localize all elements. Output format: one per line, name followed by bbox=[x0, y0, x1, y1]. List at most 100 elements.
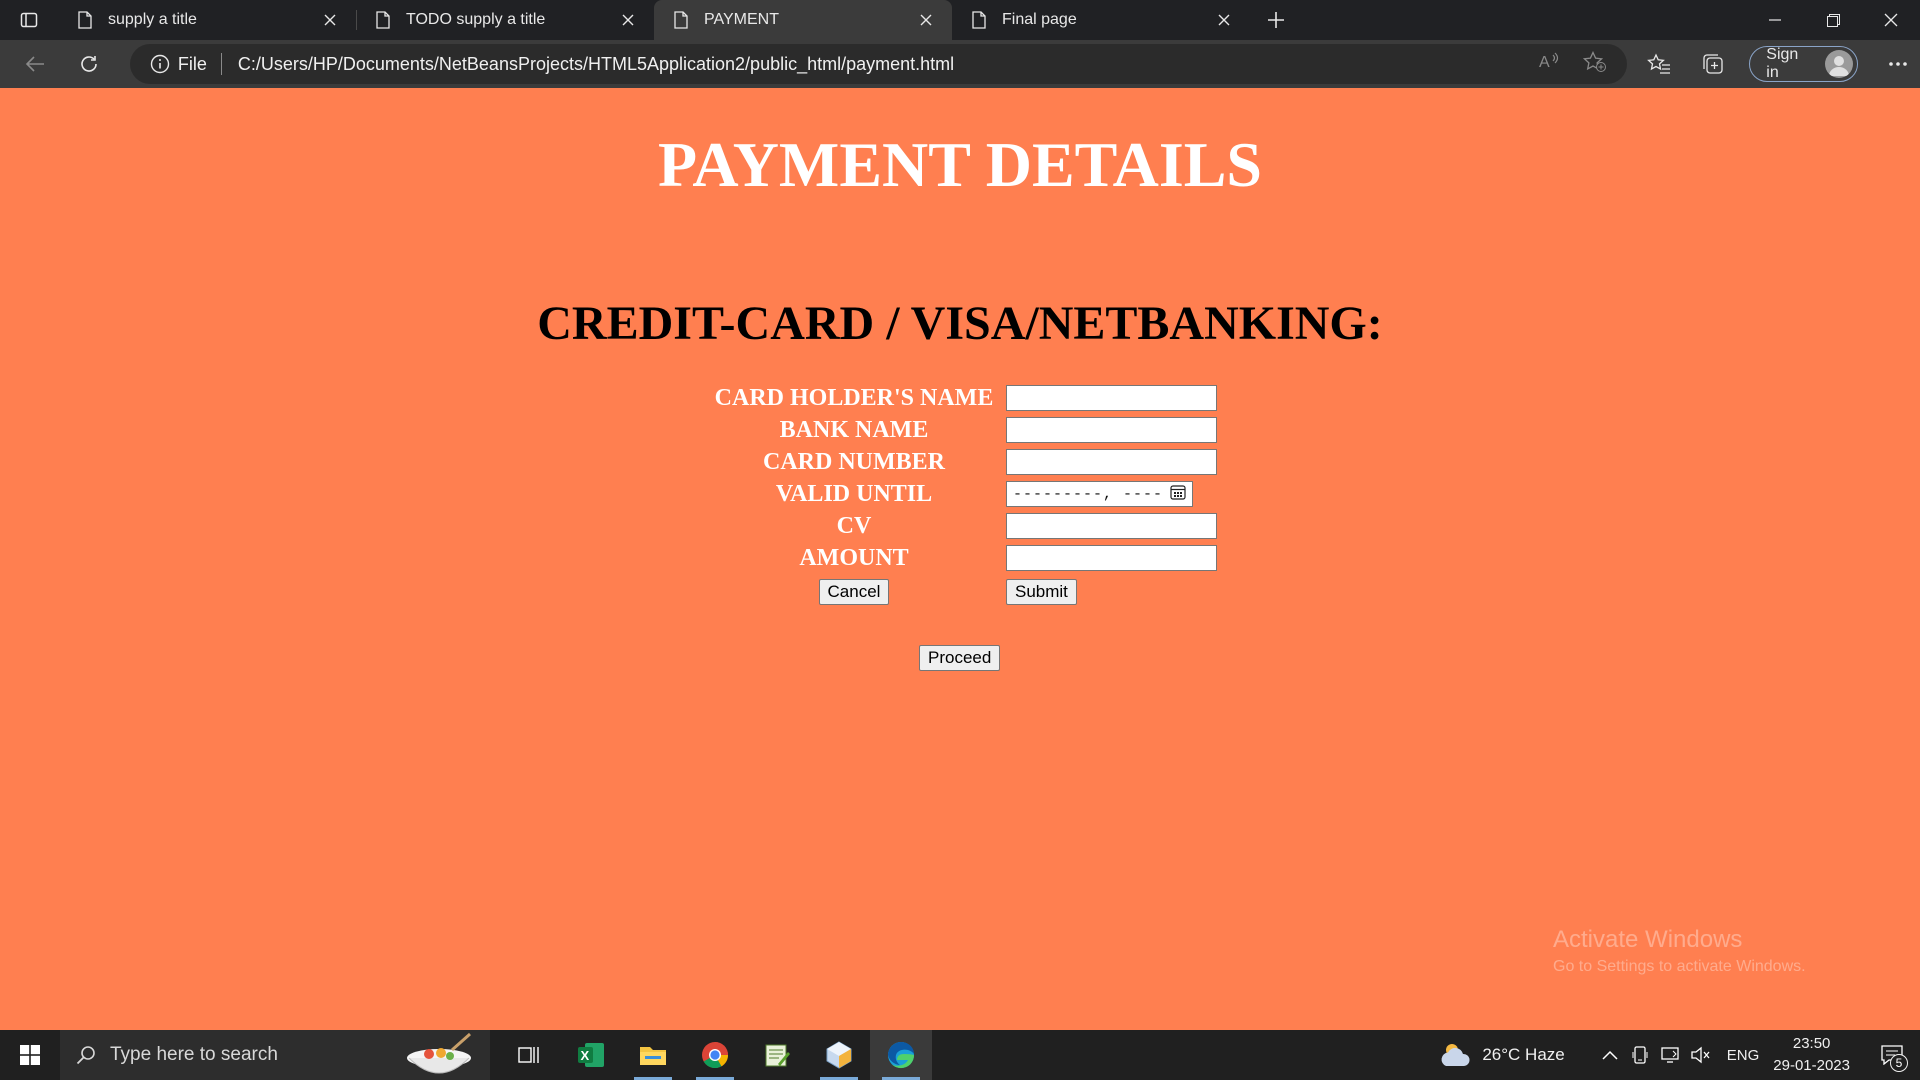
clock-time: 23:50 bbox=[1792, 1035, 1831, 1052]
cancel-button[interactable]: Cancel bbox=[818, 579, 890, 605]
file-explorer-icon bbox=[640, 1047, 666, 1065]
cv-input[interactable] bbox=[1006, 513, 1217, 539]
back-button[interactable] bbox=[10, 44, 60, 84]
new-tab-button[interactable] bbox=[1256, 0, 1296, 40]
form-row-buttons: Cancel Submit bbox=[706, 575, 1219, 609]
search-highlight-bowl-icon[interactable] bbox=[404, 1032, 474, 1080]
close-icon[interactable] bbox=[914, 8, 938, 32]
calendar-icon[interactable] bbox=[1170, 484, 1186, 505]
card-holder-label: CARD HOLDER'S NAME bbox=[714, 384, 994, 411]
page-icon bbox=[372, 9, 394, 31]
clock-date: 29-01-2023 bbox=[1773, 1057, 1850, 1074]
valid-until-month-input[interactable]: ---------, ---- bbox=[1006, 481, 1193, 507]
collections-button[interactable] bbox=[1691, 44, 1735, 84]
tray-device-button[interactable] bbox=[1625, 1046, 1655, 1064]
settings-and-more-button[interactable] bbox=[1876, 44, 1920, 84]
restore-icon bbox=[1826, 13, 1840, 27]
page-icon bbox=[968, 9, 990, 31]
start-button[interactable] bbox=[0, 1030, 60, 1080]
taskbar-apps: X bbox=[498, 1030, 932, 1080]
system-tray: 26°C Haze ENG 23:50 29-01-2023 5 bbox=[1438, 1030, 1920, 1080]
chrome-icon bbox=[702, 1042, 729, 1069]
close-icon[interactable] bbox=[318, 8, 342, 32]
card-holder-input[interactable] bbox=[1006, 385, 1217, 411]
minimize-button[interactable] bbox=[1746, 0, 1804, 40]
volume-button[interactable] bbox=[1685, 1046, 1715, 1064]
info-icon[interactable] bbox=[150, 54, 170, 74]
form-row-amount: AMOUNT bbox=[706, 543, 1219, 573]
browser-toolbar: File C:/Users/HP/Documents/NetBeansProje… bbox=[0, 40, 1920, 88]
tab-actions-button[interactable] bbox=[0, 0, 58, 40]
payment-form: CARD HOLDER'S NAME BANK NAME CARD NUMBER… bbox=[704, 381, 1221, 611]
card-number-input[interactable] bbox=[1006, 449, 1217, 475]
notepad-button[interactable] bbox=[746, 1030, 808, 1080]
page-viewport: PAYMENT DETAILS CREDIT-CARD / VISA/NETBA… bbox=[0, 88, 1920, 1030]
tab-supply-a-title[interactable]: supply a title bbox=[58, 0, 356, 40]
more-dots-icon bbox=[1889, 62, 1907, 66]
refresh-button[interactable] bbox=[64, 44, 114, 84]
minimize-icon bbox=[1769, 19, 1781, 21]
weather-widget[interactable]: 26°C Haze bbox=[1438, 1040, 1565, 1070]
tab-actions-icon bbox=[20, 12, 38, 28]
tab-todo-supply-a-title[interactable]: TODO supply a title bbox=[356, 0, 654, 40]
read-aloud-icon[interactable]: A bbox=[1539, 51, 1561, 78]
search-placeholder: Type here to search bbox=[110, 1044, 278, 1065]
edge-button[interactable] bbox=[870, 1030, 932, 1080]
restore-button[interactable] bbox=[1804, 0, 1862, 40]
close-icon[interactable] bbox=[1212, 8, 1236, 32]
close-window-button[interactable] bbox=[1862, 0, 1920, 40]
browser-tab-strip: supply a title TODO supply a title PAYME… bbox=[0, 0, 1920, 40]
excel-icon: X bbox=[578, 1043, 604, 1067]
form-row-cv: CV bbox=[706, 511, 1219, 541]
language-indicator[interactable]: ENG bbox=[1727, 1047, 1760, 1064]
sign-in-button[interactable]: Sign in bbox=[1749, 46, 1859, 82]
search-icon bbox=[76, 1045, 96, 1065]
submit-button[interactable]: Submit bbox=[1006, 579, 1077, 605]
tab-payment[interactable]: PAYMENT bbox=[654, 0, 952, 40]
form-row-card-number: CARD NUMBER bbox=[706, 447, 1219, 477]
close-icon[interactable] bbox=[616, 8, 640, 32]
back-arrow-icon bbox=[25, 56, 44, 72]
task-view-button[interactable] bbox=[498, 1030, 560, 1080]
amount-input[interactable] bbox=[1006, 545, 1217, 571]
notification-count-badge: 5 bbox=[1890, 1054, 1908, 1072]
task-view-icon bbox=[518, 1047, 539, 1063]
page-icon bbox=[74, 9, 96, 31]
plus-icon bbox=[1268, 12, 1284, 28]
file-explorer-button[interactable] bbox=[622, 1030, 684, 1080]
netbeans-button[interactable] bbox=[808, 1030, 870, 1080]
avatar-icon bbox=[1825, 50, 1854, 78]
taskbar-search-box[interactable]: Type here to search bbox=[60, 1030, 490, 1080]
network-button[interactable] bbox=[1655, 1046, 1685, 1064]
address-bar-actions: A bbox=[1539, 50, 1607, 78]
url-text[interactable]: C:/Users/HP/Documents/NetBeansProjects/H… bbox=[238, 54, 954, 75]
page-title: PAYMENT DETAILS bbox=[658, 129, 1262, 200]
weather-text: 26°C Haze bbox=[1482, 1045, 1565, 1064]
address-bar[interactable]: File C:/Users/HP/Documents/NetBeansProje… bbox=[129, 44, 1628, 84]
taskbar: Type here to search X 26°C Haze ENG 23:5… bbox=[0, 1030, 1920, 1080]
sign-in-label: Sign in bbox=[1766, 46, 1799, 81]
tab-final-page[interactable]: Final page bbox=[952, 0, 1250, 40]
amount-label: AMOUNT bbox=[799, 544, 909, 571]
bank-name-input[interactable] bbox=[1006, 417, 1217, 443]
form-row-valid-until: VALID UNTIL ---------, ---- bbox=[706, 479, 1219, 509]
payment-method-heading: CREDIT-CARD / VISA/NETBANKING: bbox=[537, 297, 1383, 350]
device-icon bbox=[1632, 1046, 1648, 1064]
excel-button[interactable]: X bbox=[560, 1030, 622, 1080]
window-controls bbox=[1746, 0, 1920, 40]
volume-muted-icon bbox=[1691, 1046, 1710, 1064]
svg-text:X: X bbox=[581, 1048, 590, 1063]
cv-label: CV bbox=[836, 512, 872, 539]
form-row-bank-name: BANK NAME bbox=[706, 415, 1219, 445]
page-icon bbox=[670, 9, 692, 31]
favorites-button[interactable] bbox=[1637, 44, 1681, 84]
activation-watermark: Activate Windows Go to Settings to activ… bbox=[1553, 926, 1806, 976]
clock[interactable]: 23:50 29-01-2023 bbox=[1773, 1033, 1850, 1077]
scheme-label: File bbox=[177, 53, 207, 74]
address-separator bbox=[220, 53, 222, 75]
proceed-button[interactable]: Proceed bbox=[919, 645, 1001, 671]
notifications-button[interactable]: 5 bbox=[1872, 1030, 1912, 1080]
show-hidden-icons-button[interactable] bbox=[1595, 1050, 1625, 1060]
add-favorite-icon[interactable] bbox=[1583, 50, 1607, 78]
chrome-button[interactable] bbox=[684, 1030, 746, 1080]
